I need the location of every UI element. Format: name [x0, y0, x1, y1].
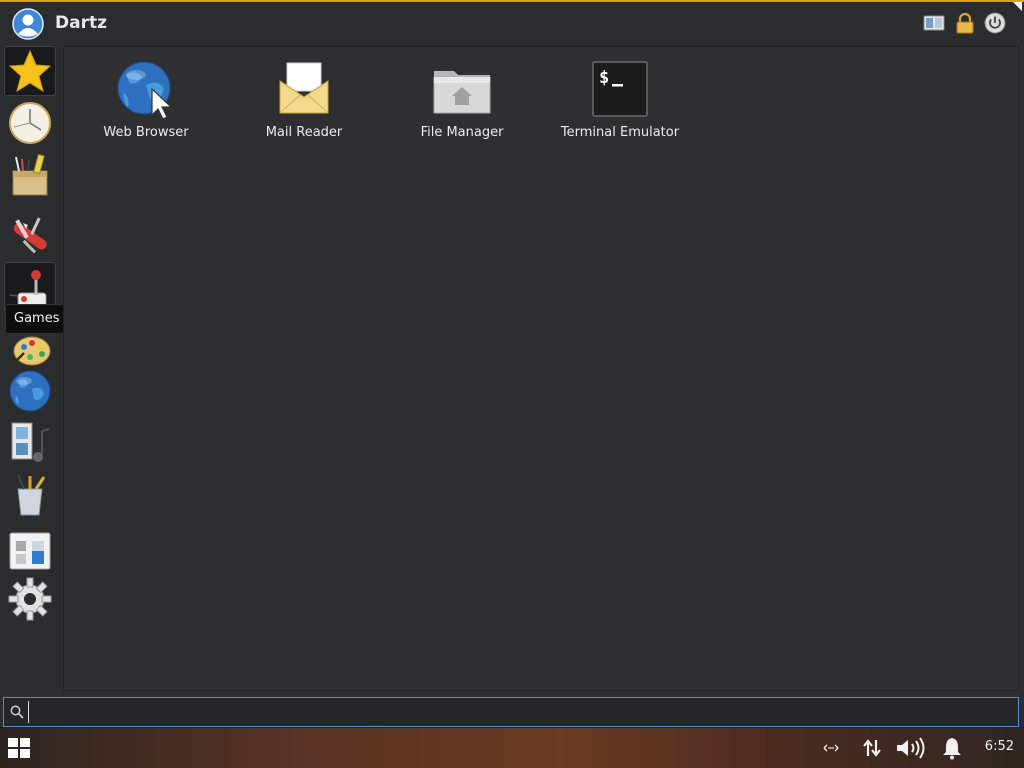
joystick-icon: [9, 270, 47, 308]
notification-icon[interactable]: [939, 738, 965, 760]
app-file-manager[interactable]: File Manager: [387, 59, 537, 149]
category-tooltip: Games: [5, 304, 69, 334]
category-development[interactable]: [4, 210, 56, 260]
lock-icon[interactable]: [954, 12, 976, 34]
network-icon[interactable]: [820, 738, 842, 758]
user-avatar-icon[interactable]: [12, 8, 44, 40]
start-menu-button[interactable]: [8, 738, 30, 758]
mail-icon: [274, 59, 334, 119]
application-menu: Dartz Games Web Browser Mail Reader File…: [0, 0, 1024, 727]
category-internet[interactable]: [4, 366, 56, 416]
app-label: Terminal Emulator: [560, 125, 680, 140]
category-multimedia[interactable]: [4, 418, 56, 468]
multimedia-icon: [11, 422, 50, 462]
volume-icon[interactable]: [895, 737, 927, 759]
category-settings[interactable]: [4, 526, 56, 576]
accessories-icon: [12, 153, 48, 196]
clock-icon: [9, 102, 51, 144]
power-icon[interactable]: [984, 12, 1006, 34]
svg-text:$: $: [599, 68, 609, 88]
corner-indicator: [1013, 2, 1022, 11]
category-system[interactable]: [4, 574, 56, 624]
category-accessories[interactable]: [4, 150, 56, 200]
category-favorites[interactable]: [4, 46, 56, 96]
gear-icon: [8, 577, 52, 621]
taskbar: 6:52: [0, 728, 1024, 768]
switch-user-icon[interactable]: [923, 12, 945, 34]
username-label: Dartz: [55, 13, 107, 33]
search-input[interactable]: [28, 701, 1008, 723]
search-bar: [3, 697, 1019, 727]
menu-header: Dartz: [0, 2, 1024, 44]
search-icon: [10, 705, 24, 719]
clock[interactable]: 6:52: [985, 739, 1014, 754]
category-sidebar: [2, 46, 60, 690]
web-browser-icon: [116, 59, 176, 119]
category-office[interactable]: [4, 470, 56, 520]
app-terminal-emulator[interactable]: $ Terminal Emulator: [545, 59, 695, 149]
windows-logo-icon: [8, 738, 30, 758]
transfer-icon[interactable]: [861, 738, 883, 758]
app-mail-reader[interactable]: Mail Reader: [229, 59, 379, 149]
swiss-knife-icon: [13, 217, 47, 254]
app-label: Web Browser: [103, 125, 189, 140]
app-label: Mail Reader: [265, 125, 343, 140]
app-label: File Manager: [420, 125, 504, 140]
apps-panel: Web Browser Mail Reader File Manager $ T…: [63, 46, 1019, 691]
settings-manager-icon: [9, 532, 51, 570]
app-web-browser[interactable]: Web Browser: [71, 59, 221, 149]
category-recently-used[interactable]: [4, 98, 56, 148]
pencil-cup-icon: [17, 474, 46, 516]
star-icon: [8, 49, 52, 93]
terminal-icon: $: [590, 59, 650, 119]
globe-icon: [9, 370, 51, 412]
folder-home-icon: [432, 59, 492, 119]
